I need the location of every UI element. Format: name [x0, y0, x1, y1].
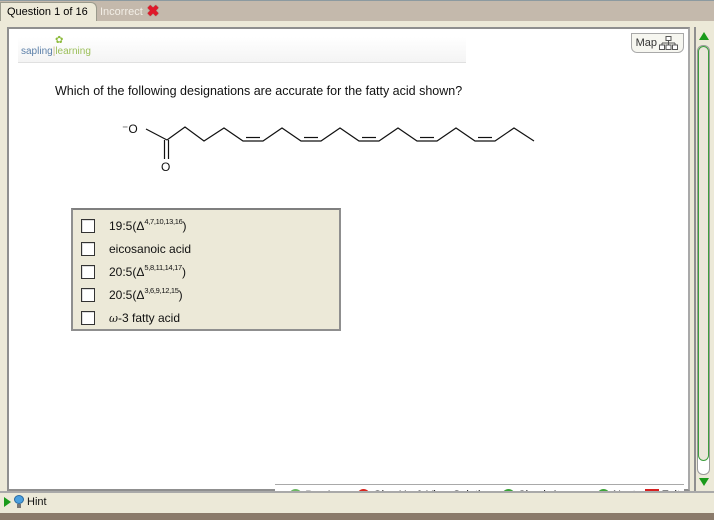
answer-checkbox[interactable]: [81, 241, 95, 256]
answer-label: eicosanoic acid: [109, 241, 192, 256]
red-x-icon: ✖: [146, 3, 160, 20]
answer-checkbox[interactable]: [81, 310, 95, 325]
answer-checkbox[interactable]: [81, 264, 95, 279]
answer-option[interactable]: 20:5(Δ5,8,11,14,17): [73, 260, 339, 283]
sprout-icon: ✿: [55, 35, 64, 46]
logo-text-learning: learning: [55, 46, 91, 57]
answer-label: 20:5(Δ5,8,11,14,17): [109, 263, 186, 279]
tab-status: Incorrect ✖: [100, 3, 159, 21]
hint-bar: Hint: [0, 491, 714, 513]
expand-arrow-icon: [4, 496, 11, 507]
question-text: Which of the following designations are …: [55, 84, 463, 98]
map-label: Map: [635, 36, 657, 49]
lightbulb-icon: [14, 495, 24, 508]
question-content: ✿ sapling|learning Map Which of the foll…: [7, 27, 690, 491]
top-bar: Question 1 of 16 Incorrect ✖: [0, 0, 714, 22]
scroll-thumb[interactable]: [698, 46, 709, 461]
vertical-scrollbar[interactable]: [694, 27, 712, 491]
map-button[interactable]: Map: [630, 33, 684, 53]
sitemap-icon: [659, 36, 678, 50]
hint-button[interactable]: Hint: [4, 495, 47, 508]
sapling-learning-logo: ✿ sapling|learning: [21, 35, 91, 57]
question-frame: ✿ sapling|learning Map Which of the foll…: [0, 21, 714, 513]
carboxylate-oxygen: ⁻O: [122, 122, 138, 136]
scroll-track[interactable]: [697, 45, 710, 475]
carbonyl-oxygen: O: [161, 160, 170, 174]
answer-option[interactable]: eicosanoic acid: [73, 237, 339, 260]
answer-choices: 19:5(Δ4,7,10,13,16) eicosanoic acid 20:5…: [71, 208, 341, 331]
answer-option[interactable]: ω-3 fatty acid: [73, 306, 339, 329]
status-label: Incorrect: [100, 5, 143, 18]
logo-strip: ✿ sapling|learning: [18, 35, 466, 63]
answer-option[interactable]: 19:5(Δ4,7,10,13,16): [73, 214, 339, 237]
answer-label: ω-3 fatty acid: [109, 310, 181, 325]
tab-question[interactable]: Question 1 of 16: [0, 2, 97, 22]
logo-text-sapling: sapling: [21, 46, 53, 57]
answer-option[interactable]: 20:5(Δ3,6,9,12,15): [73, 283, 339, 306]
answer-label: 20:5(Δ3,6,9,12,15): [109, 286, 183, 302]
carbon-chain: [145, 126, 535, 159]
answer-checkbox[interactable]: [81, 287, 95, 302]
fatty-acid-structure: ⁻O O: [122, 122, 535, 174]
answer-label: 19:5(Δ4,7,10,13,16): [109, 217, 187, 233]
answer-checkbox[interactable]: [81, 218, 95, 233]
scroll-down-arrow-icon[interactable]: [699, 478, 709, 486]
scroll-up-arrow-icon[interactable]: [699, 32, 709, 40]
footer-strip: [0, 513, 714, 520]
